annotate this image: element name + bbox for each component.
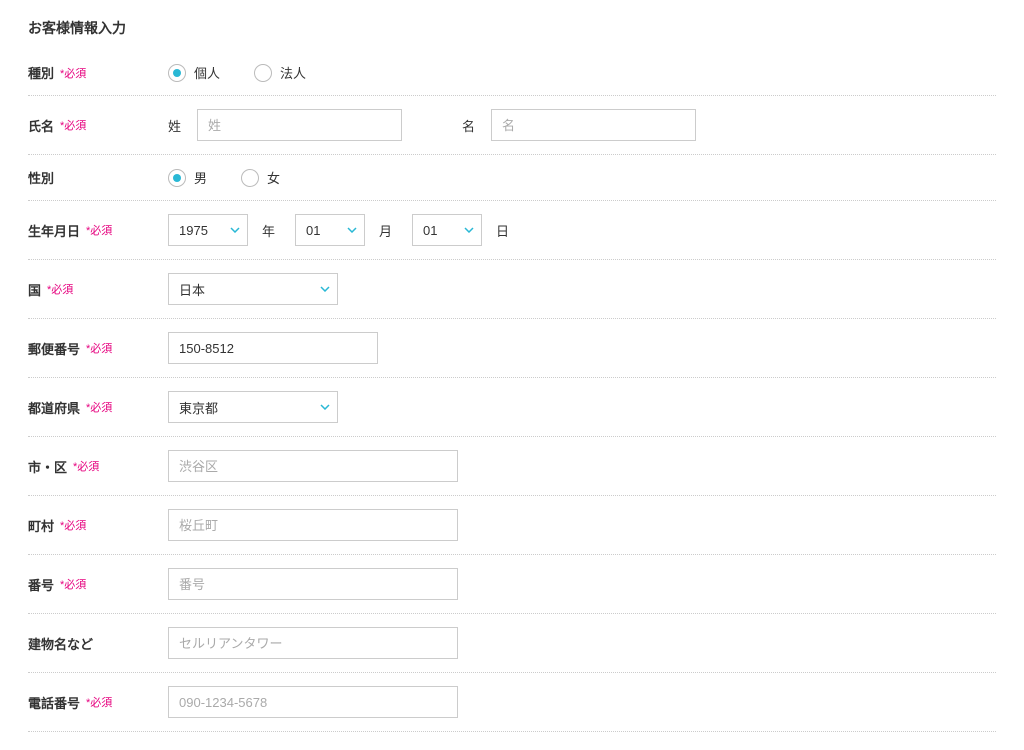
town-input[interactable] [168, 509, 458, 541]
birth-month-select[interactable]: 01 [295, 214, 365, 246]
required-badge: *必須 [86, 222, 112, 238]
firstname-input[interactable] [491, 109, 696, 141]
number-input[interactable] [168, 568, 458, 600]
required-badge: *必須 [60, 65, 86, 81]
radio-corporate-label: 法人 [280, 63, 306, 82]
row-country: 国 *必須 日本 [28, 260, 996, 319]
birth-year-select[interactable]: 1975 [168, 214, 248, 246]
label-birth: 生年月日 [28, 221, 80, 240]
building-input[interactable] [168, 627, 458, 659]
radio-indicator-icon [168, 169, 186, 187]
row-phone: 電話番号 *必須 [28, 673, 996, 732]
label-phone: 電話番号 [28, 693, 80, 712]
section-title: お客様情報入力 [28, 18, 996, 38]
required-badge: *必須 [60, 517, 86, 533]
radio-indicator-icon [168, 64, 186, 82]
radio-corporate[interactable]: 法人 [254, 63, 306, 82]
radio-individual-label: 個人 [194, 63, 220, 82]
required-badge: *必須 [47, 281, 73, 297]
radio-female[interactable]: 女 [241, 168, 280, 187]
label-town: 町村 [28, 516, 54, 535]
country-select[interactable]: 日本 [168, 273, 338, 305]
row-name: 氏名 *必須 姓 名 [28, 96, 996, 155]
radio-male[interactable]: 男 [168, 168, 207, 187]
label-building: 建物名など [28, 634, 93, 653]
row-number: 番号 *必須 [28, 555, 996, 614]
row-type: 種別 *必須 個人 法人 [28, 50, 996, 96]
required-badge: *必須 [60, 117, 86, 133]
row-postal: 郵便番号 *必須 [28, 319, 996, 378]
day-unit: 日 [496, 221, 509, 240]
phone-input[interactable] [168, 686, 458, 718]
radio-individual[interactable]: 個人 [168, 63, 220, 82]
required-badge: *必須 [86, 399, 112, 415]
radio-female-label: 女 [267, 168, 280, 187]
label-type: 種別 [28, 63, 54, 82]
radio-male-label: 男 [194, 168, 207, 187]
required-badge: *必須 [73, 458, 99, 474]
row-prefecture: 都道府県 *必須 東京都 [28, 378, 996, 437]
label-prefecture: 都道府県 [28, 398, 80, 417]
label-city: 市・区 [28, 457, 67, 476]
month-unit: 月 [379, 221, 392, 240]
radio-indicator-icon [254, 64, 272, 82]
label-name: 氏名 [28, 116, 54, 135]
radio-indicator-icon [241, 169, 259, 187]
label-sex: 性別 [28, 168, 54, 187]
required-badge: *必須 [60, 576, 86, 592]
city-input[interactable] [168, 450, 458, 482]
row-sex: 性別 男 女 [28, 155, 996, 201]
label-number: 番号 [28, 575, 54, 594]
row-town: 町村 *必須 [28, 496, 996, 555]
lastname-input[interactable] [197, 109, 402, 141]
required-badge: *必須 [86, 694, 112, 710]
row-birth: 生年月日 *必須 1975 年 01 月 01 日 [28, 201, 996, 260]
lastname-sublabel: 姓 [168, 116, 181, 135]
label-postal: 郵便番号 [28, 339, 80, 358]
firstname-sublabel: 名 [462, 116, 475, 135]
postal-input[interactable] [168, 332, 378, 364]
prefecture-select[interactable]: 東京都 [168, 391, 338, 423]
year-unit: 年 [262, 221, 275, 240]
row-building: 建物名など [28, 614, 996, 673]
label-country: 国 [28, 280, 41, 299]
birth-day-select[interactable]: 01 [412, 214, 482, 246]
required-badge: *必須 [86, 340, 112, 356]
row-city: 市・区 *必須 [28, 437, 996, 496]
